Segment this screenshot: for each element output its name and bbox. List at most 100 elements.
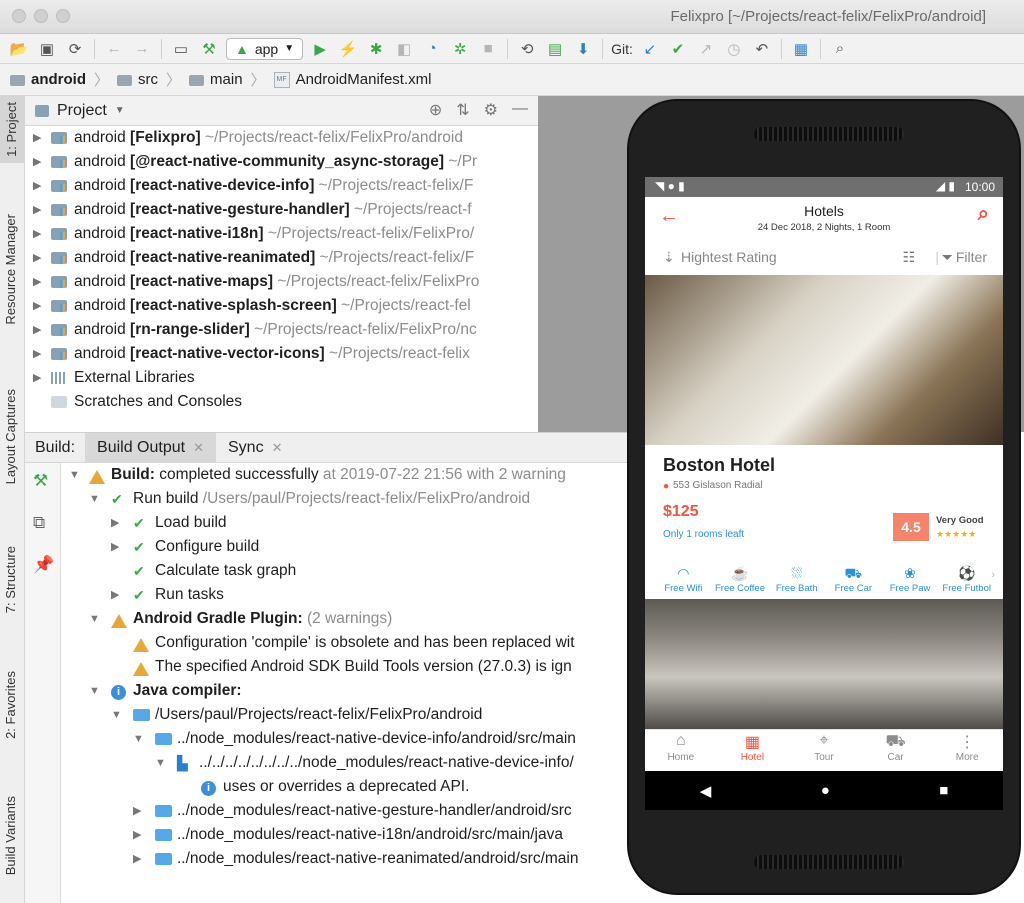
run-icon[interactable]: ▶ [309, 38, 331, 60]
run-config-select[interactable]: ▲ app ▼ [226, 37, 304, 60]
window-controls[interactable] [12, 9, 70, 23]
project-structure-icon[interactable]: ▦ [790, 38, 812, 60]
hotel-photo[interactable] [645, 275, 1003, 445]
project-tree-item[interactable]: ▶ android [react-native-gesture-handler] … [25, 198, 538, 222]
sort-label[interactable]: Hightest Rating [681, 249, 777, 265]
profile-icon[interactable]: ◔ [421, 38, 443, 60]
close-icon[interactable]: ✕ [272, 440, 283, 456]
project-tree-item[interactable]: ▶ android [react-native-i18n] ~/Projects/… [25, 222, 538, 246]
locate-icon[interactable]: ⊕ [429, 100, 442, 120]
expand-arrow-icon[interactable]: ▶ [33, 270, 41, 294]
toggle-view-icon[interactable]: ⧉ [33, 513, 45, 533]
close-window-button[interactable] [12, 9, 26, 23]
breadcrumb-item[interactable]: android [31, 71, 86, 88]
project-tree-item[interactable]: ▶ android [Felixpro] ~/Projects/react-fel… [25, 126, 538, 150]
tab-favorites[interactable]: 2: Favorites [3, 671, 18, 739]
project-tree-item[interactable]: ▶ android [react-native-device-info] ~/Pr… [25, 174, 538, 198]
project-tree-item[interactable]: ▶ android [rn-range-slider] ~/Projects/re… [25, 318, 538, 342]
git-commit-icon[interactable]: ✔ [667, 38, 689, 60]
tab-layout-captures[interactable]: Layout Captures [3, 389, 18, 484]
git-push-icon[interactable]: ↗ [695, 38, 717, 60]
nav-home[interactable]: ⌂ Home [645, 730, 717, 771]
coverage-icon[interactable]: ◧ [393, 38, 415, 60]
expand-arrow-icon[interactable]: ▶ [133, 799, 141, 823]
hotel-photo-2[interactable] [645, 599, 1003, 729]
open-folder-icon[interactable]: 📂 [8, 38, 30, 60]
build-output-row[interactable]: The specified Android SDK Build Tools ve… [61, 655, 635, 679]
build-output-row[interactable]: ▼ ✔ Run build /Users/paul/Projects/react-f… [61, 487, 635, 511]
tab-structure[interactable]: 7: Structure [3, 546, 18, 613]
zoom-window-button[interactable] [56, 9, 70, 23]
nav-hotel[interactable]: ▦ Hotel [717, 730, 789, 771]
back-icon[interactable]: ← [103, 38, 125, 60]
avd-manager-icon[interactable]: ▤ [544, 38, 566, 60]
build-hammer-icon[interactable]: ⚒ [33, 471, 48, 491]
external-libraries-item[interactable]: ▶ External Libraries [25, 366, 538, 390]
filter-label[interactable]: Filter [956, 249, 987, 265]
expand-arrow-icon[interactable]: ▶ [33, 222, 41, 246]
minimize-window-button[interactable] [34, 9, 48, 23]
hotel-card[interactable]: Boston Hotel ● 553 Gislason Radial $125 … [645, 445, 1003, 597]
search-icon[interactable]: ⌕ [829, 38, 851, 60]
collapse-arrow-icon[interactable]: ▼ [89, 607, 100, 631]
collapse-arrow-icon[interactable]: ▼ [155, 751, 166, 775]
rollback-icon[interactable]: ↶ [751, 38, 773, 60]
sync-icon[interactable]: ⟳ [64, 38, 86, 60]
project-tree-item[interactable]: ▶ android [react-native-vector-icons] ~/P… [25, 342, 538, 366]
git-update-icon[interactable]: ↙ [639, 38, 661, 60]
expand-arrow-icon[interactable]: ▶ [111, 583, 119, 607]
expand-arrow-icon[interactable]: ▶ [33, 294, 41, 318]
build-output-row[interactable]: ▼ ▙ ../../../../../../../../node_modules/r… [61, 751, 635, 775]
gear-icon[interactable]: ⚙ [484, 100, 498, 120]
expand-arrow-icon[interactable]: ▶ [133, 847, 141, 871]
expand-arrow-icon[interactable]: ▶ [33, 174, 41, 198]
sdk-manager-icon[interactable]: ⬇ [572, 38, 594, 60]
expand-arrow-icon[interactable]: ▶ [33, 342, 41, 366]
stop-icon[interactable]: ■ [477, 38, 499, 60]
collapse-arrow-icon[interactable]: ▼ [89, 679, 100, 703]
build-output-row[interactable]: ▼ Build: completed successfully at 2019-0… [61, 463, 635, 487]
breadcrumb-item[interactable]: AndroidManifest.xml [296, 71, 432, 88]
collapse-arrow-icon[interactable]: ▼ [133, 727, 144, 751]
build-output-row[interactable]: ▶ ../node_modules/react-native-gesture-ha… [61, 799, 635, 823]
debug-icon[interactable]: ✱ [365, 38, 387, 60]
tab-project[interactable]: 1: Project [0, 96, 25, 163]
expand-arrow-icon[interactable]: ▶ [111, 511, 119, 535]
build-output-row[interactable]: ▼ /Users/paul/Projects/react-felix/FelixP… [61, 703, 635, 727]
nav-car[interactable]: ⛟ Car [860, 730, 932, 771]
save-icon[interactable]: ▣ [36, 38, 58, 60]
build-output-row[interactable]: i uses or overrides a deprecated API. [61, 775, 635, 799]
build-output-row[interactable]: ▶ ✔ Load build [61, 511, 635, 535]
project-tree-item[interactable]: ▶ android [react-native-splash-screen] ~/… [25, 294, 538, 318]
attach-debugger-icon[interactable]: ✲ [449, 38, 471, 60]
list-view-icon[interactable]: ☷ [902, 249, 915, 266]
collapse-all-icon[interactable]: ⇅ [456, 100, 469, 120]
search-icon[interactable]: ⌕ [978, 203, 989, 226]
chevron-right-icon[interactable]: › [991, 569, 995, 581]
build-output-row[interactable]: ▶ ✔ Configure build [61, 535, 635, 559]
expand-arrow-icon[interactable]: ▶ [111, 535, 119, 559]
collapse-arrow-icon[interactable]: ▼ [69, 463, 80, 487]
nav-tour[interactable]: ⌖ Tour [788, 730, 860, 771]
build-output-row[interactable]: Configuration 'compile' is obsolete and … [61, 631, 635, 655]
tab-build-variants[interactable]: Build Variants [3, 796, 18, 875]
expand-arrow-icon[interactable]: ▶ [133, 823, 141, 847]
collapse-arrow-icon[interactable]: ▼ [111, 703, 122, 727]
forward-icon[interactable]: → [131, 38, 153, 60]
sort-icon[interactable]: ⇣ [663, 249, 675, 266]
project-tree-item[interactable]: ▶ android [react-native-maps] ~/Projects/… [25, 270, 538, 294]
recents-square-icon[interactable]: ■ [939, 782, 948, 799]
breadcrumb-item[interactable]: src [138, 71, 158, 88]
scratches-item[interactable]: Scratches and Consoles [25, 390, 538, 414]
expand-arrow-icon[interactable]: ▶ [33, 366, 41, 390]
collapse-arrow-icon[interactable]: ▼ [89, 487, 100, 511]
nav-more[interactable]: ⋮ More [931, 730, 1003, 771]
git-history-icon[interactable]: ◷ [723, 38, 745, 60]
tab-build-output[interactable]: Build Output ✕ [85, 432, 216, 463]
terminal-icon[interactable]: ▭ [170, 38, 192, 60]
breadcrumb-item[interactable]: main [210, 71, 243, 88]
tab-sync[interactable]: Sync ✕ [216, 433, 294, 463]
build-output-row[interactable]: ▼ Android Gradle Plugin: (2 warnings) [61, 607, 635, 631]
project-view-select[interactable]: Project [57, 102, 107, 120]
project-tree-item[interactable]: ▶ android [react-native-reanimated] ~/Pro… [25, 246, 538, 270]
